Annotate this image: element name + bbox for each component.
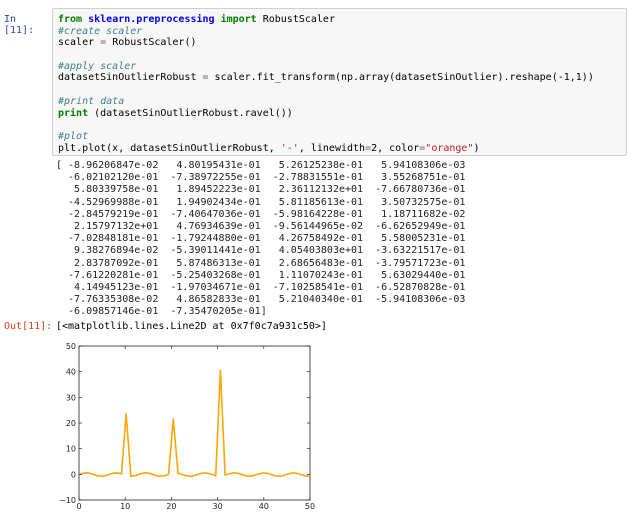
output-prompt: Out[11]: xyxy=(4,321,53,332)
cell-stdout: [ -8.96206847e-02 4.80195431e-01 5.26125… xyxy=(56,160,466,318)
x-tick-label: 0 xyxy=(76,502,81,511)
code-line: datasetSinOutlierRobust = scaler.fit_tra… xyxy=(58,72,621,84)
code-token: ) xyxy=(473,142,480,154)
code-line: from sklearn.preprocessing import Robust… xyxy=(58,14,621,26)
code-token: (datasetSinOutlierRobust.ravel()) xyxy=(94,107,293,119)
code-line: #plot xyxy=(58,131,621,143)
x-tick-label: 20 xyxy=(166,502,176,511)
code-token: RobustScaler() xyxy=(112,37,197,49)
code-token: print xyxy=(58,107,95,119)
code-token: from xyxy=(58,14,89,25)
code-token: = xyxy=(100,37,113,49)
code-token: #print data xyxy=(58,95,125,107)
code-line: #create scaler xyxy=(58,26,621,38)
y-tick-label: 0 xyxy=(71,470,76,479)
output-result: [<matplotlib.lines.Line2D at 0x7f0c7a931… xyxy=(56,321,327,332)
code-token: , linewidth xyxy=(298,142,366,154)
code-token: "orange" xyxy=(425,142,474,154)
x-tick-label: 30 xyxy=(213,502,223,511)
input-prompt: In [11]: xyxy=(4,14,35,36)
x-tick-label: 50 xyxy=(305,502,315,511)
code-token: #apply scaler xyxy=(58,60,137,72)
plot-frame xyxy=(78,345,311,501)
code-token: datasetSinOutlierRobust xyxy=(58,72,203,84)
code-line: plt.plot(x, datasetSinOutlierRobust, '-'… xyxy=(58,143,621,155)
code-token: RobustScaler xyxy=(262,14,335,25)
code-token: '-' xyxy=(280,142,299,154)
code-token: #create scaler xyxy=(58,25,143,37)
code-token: #plot xyxy=(58,130,89,142)
code-token: import xyxy=(220,14,263,25)
code-line: print (datasetSinOutlierRobust.ravel()) xyxy=(58,108,621,120)
code-line: #print data xyxy=(58,96,621,108)
x-tick-label: 40 xyxy=(259,502,269,511)
y-tick-label: 30 xyxy=(66,393,76,402)
code-token: = xyxy=(202,72,215,84)
x-tick-label: 10 xyxy=(120,502,130,511)
y-tick-label: 10 xyxy=(66,445,76,454)
code-cell-editor[interactable]: from sklearn.preprocessing import Robust… xyxy=(52,8,627,156)
code-token: 2, color xyxy=(371,142,420,154)
code-token: sklearn.preprocessing xyxy=(88,14,221,25)
code-token: scaler.fit_transform(np.array(datasetSin… xyxy=(214,72,594,84)
y-tick-label: 40 xyxy=(66,368,76,377)
code-line: #apply scaler xyxy=(58,61,621,73)
line-plot: 0 10 20 30 40 50−1001020304050 xyxy=(59,342,315,511)
y-tick-label: 20 xyxy=(66,419,76,428)
code-token: scaler xyxy=(58,37,101,49)
y-tick-label: 50 xyxy=(66,342,76,351)
y-tick-label: −10 xyxy=(59,496,76,505)
code-token: plt.plot(x, datasetSinOutlierRobust, xyxy=(58,142,281,154)
code-line: scaler = RobustScaler() xyxy=(58,37,621,49)
